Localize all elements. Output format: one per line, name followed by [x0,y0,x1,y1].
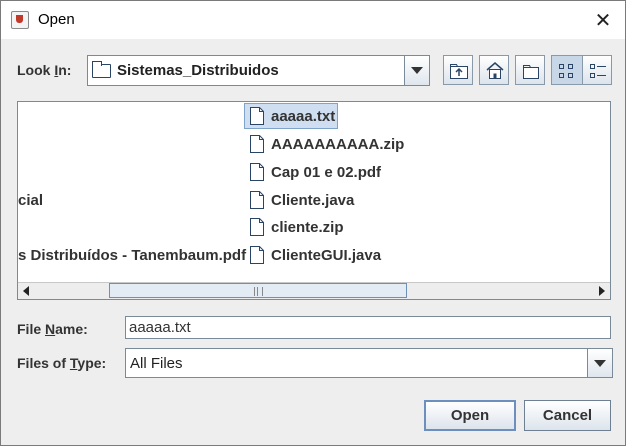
files-of-type-dropdown-arrow[interactable] [587,349,612,377]
file-name-input[interactable]: aaaaa.txt [125,316,611,339]
home-button[interactable] [479,55,509,85]
file-list[interactable]: cial s Distribuídos - Tanembaum.pdf aaaa… [17,101,611,300]
open-dialog: Open ✕ Look In: Sistemas_Distribuidos ci… [0,0,626,446]
document-icon [250,218,264,236]
list-item[interactable]: Cap 01 e 02.pdf [245,159,381,185]
folder-up-icon [450,64,468,79]
look-in-dropdown-arrow[interactable] [404,56,429,85]
list-item-selected[interactable]: aaaaa.txt [244,103,338,129]
files-of-type-value: All Files [130,354,183,372]
file-name-label: File Name: [17,321,88,337]
files-of-type-label: Files of Type: [17,355,107,371]
details-view-button[interactable] [582,55,612,85]
chevron-down-icon [411,67,423,74]
folder-icon [92,61,111,78]
java-cup-icon [11,11,29,29]
new-folder-button[interactable] [515,55,545,85]
horizontal-scrollbar[interactable] [18,282,610,299]
look-in-label: Look In: [17,62,72,78]
list-item[interactable]: s Distribuídos - Tanembaum.pdf [18,242,246,268]
look-in-value: Sistemas_Distribuidos [117,62,279,79]
chevron-down-icon [594,360,606,367]
scroll-thumb[interactable] [109,283,407,298]
arrow-left-icon [23,286,29,296]
cancel-button[interactable]: Cancel [524,400,611,431]
scroll-left-button[interactable] [18,283,36,299]
title-bar: Open ✕ [1,1,625,39]
new-folder-icon [523,65,539,79]
list-item[interactable]: AAAAAAAAAA.zip [245,131,404,157]
list-item[interactable]: Cliente.java [245,187,354,213]
list-view-icon [559,64,573,78]
grip-icon [254,287,263,296]
close-button[interactable]: ✕ [591,8,615,32]
list-item[interactable]: ClienteGUI.java [245,242,381,268]
document-icon [250,135,264,153]
arrow-right-icon [599,286,605,296]
files-of-type-combo[interactable]: All Files [125,348,613,378]
look-in-combo[interactable]: Sistemas_Distribuidos [87,55,430,86]
home-icon [486,62,504,79]
document-icon [250,246,264,264]
open-button[interactable]: Open [424,400,516,431]
document-icon [250,107,264,125]
dialog-title: Open [38,11,75,28]
list-item[interactable]: cial [18,187,43,213]
scroll-right-button[interactable] [592,283,610,299]
list-view-button[interactable] [551,55,583,85]
document-icon [250,191,264,209]
up-one-level-button[interactable] [443,55,473,85]
document-icon [250,163,264,181]
details-view-icon [590,64,606,78]
list-item[interactable]: cliente.zip [245,214,344,240]
